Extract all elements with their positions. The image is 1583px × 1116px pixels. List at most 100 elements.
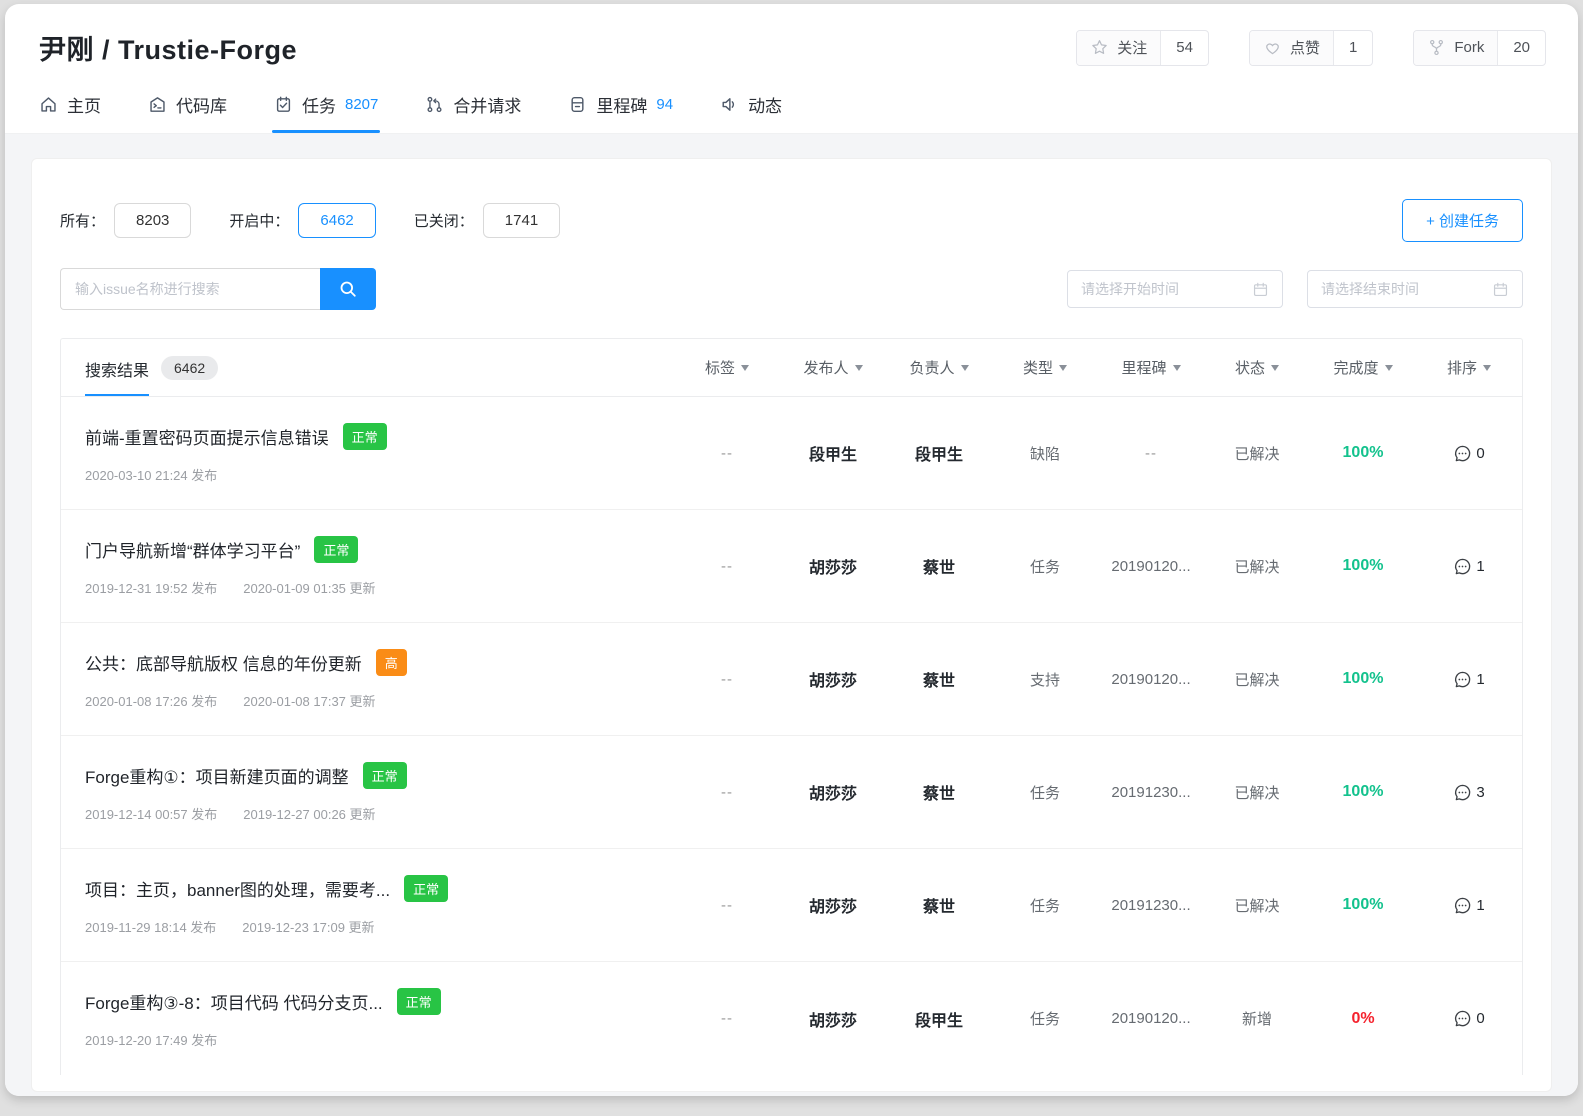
cell-progress: 100%: [1310, 557, 1416, 575]
cell-assignee: 蔡世: [886, 893, 992, 917]
column-assignee[interactable]: 负责人: [886, 357, 992, 378]
comment-count: 1: [1476, 897, 1484, 914]
search-row: 请选择开始时间 请选择结束时间: [60, 268, 1523, 310]
filter-open-label: 开启中：: [229, 210, 289, 231]
header-actions: 关注54 点赞1 Fork20: [1076, 30, 1546, 66]
issue-dates: 2020-01-08 17:26 发布2020-01-08 17:37 更新: [85, 691, 674, 710]
cell-assignee: 段甲生: [886, 441, 992, 465]
tab-home[interactable]: 主页: [39, 75, 101, 133]
task-icon: [274, 95, 293, 114]
tab-codebase[interactable]: 代码库: [148, 75, 227, 133]
cell-tag: --: [674, 1010, 780, 1027]
tab-activity[interactable]: 动态: [720, 75, 782, 133]
cell-milestone: 20190120...: [1098, 1010, 1204, 1027]
search-results-tab[interactable]: 搜索结果 6462: [85, 340, 218, 396]
search-results-count: 6462: [161, 356, 218, 380]
cell-status: 已解决: [1204, 669, 1310, 690]
tab-issues-label: 任务: [302, 92, 336, 117]
issue-row: 前端-重置密码页面提示信息错误 正常 2020-03-10 21:24 发布 -…: [61, 397, 1522, 510]
published-date: 2019-12-31 19:52 发布: [85, 578, 217, 597]
merge-icon: [425, 95, 444, 114]
cell-status: 新增: [1204, 1008, 1310, 1029]
issue-title[interactable]: 项目：主页，banner图的处理，需要考...: [85, 876, 390, 901]
published-date: 2020-03-10 21:24 发布: [85, 465, 217, 484]
cell-tag: --: [674, 445, 780, 462]
nav-tabs: 主页 代码库任务8207 合并请求 里程碑94 动态: [5, 75, 1578, 134]
issues-card: 所有： 8203 开启中： 6462 已关闭： 1741 + 创建任务: [31, 158, 1552, 1092]
published-date: 2020-01-08 17:26 发布: [85, 691, 217, 710]
cell-comments[interactable]: 1: [1416, 557, 1522, 576]
column-type[interactable]: 类型: [992, 357, 1098, 378]
search-icon: [338, 279, 358, 299]
column-milestone[interactable]: 里程碑: [1098, 357, 1204, 378]
filter-closed-count[interactable]: 1741: [483, 203, 560, 238]
fork-button[interactable]: Fork20: [1413, 30, 1546, 66]
tab-pulls-label: 合并请求: [453, 92, 521, 117]
issue-title[interactable]: 公共：底部导航版权 信息的年份更新: [85, 650, 362, 675]
cell-progress: 100%: [1310, 896, 1416, 914]
comment-icon: [1453, 896, 1472, 915]
issue-dates: 2019-12-14 00:57 发布2019-12-27 00:26 更新: [85, 804, 674, 823]
filter-all-count[interactable]: 8203: [114, 203, 191, 238]
tab-milestones[interactable]: 里程碑94: [568, 75, 673, 133]
issue-row: 门户导航新增“群体学习平台” 正常 2019-12-31 19:52 发布202…: [61, 510, 1522, 623]
caret-down-icon: [855, 365, 863, 371]
issue-dates: 2020-03-10 21:24 发布: [85, 465, 674, 484]
praise-count: 1: [1334, 31, 1372, 65]
cell-progress: 100%: [1310, 670, 1416, 688]
repo-icon: [148, 95, 167, 114]
tab-issues[interactable]: 任务8207: [274, 75, 378, 133]
issue-title[interactable]: Forge重构①：项目新建页面的调整: [85, 763, 349, 788]
search-input[interactable]: [60, 268, 320, 310]
issue-dates: 2019-12-31 19:52 发布 2020-01-09 01:35 更新: [85, 578, 674, 597]
search-button[interactable]: [320, 268, 376, 310]
cell-milestone: 20190120...: [1098, 558, 1204, 575]
comment-icon: [1453, 670, 1472, 689]
updated-date: 2019-12-27 00:26 更新: [243, 804, 375, 823]
filter-open-count[interactable]: 6462: [298, 203, 375, 238]
cell-comments[interactable]: 3: [1416, 783, 1522, 802]
cell-assignee: 段甲生: [886, 1007, 992, 1031]
issue-title[interactable]: 前端-重置密码页面提示信息错误: [85, 424, 329, 449]
comment-icon: [1453, 444, 1472, 463]
heart-icon: [1263, 38, 1282, 57]
issue-title[interactable]: Forge重构③-8：项目代码 代码分支页...: [85, 989, 383, 1014]
calendar-icon: [1252, 281, 1269, 298]
create-task-button[interactable]: + 创建任务: [1402, 199, 1523, 242]
issue-dates: 2019-12-20 17:49 发布: [85, 1030, 674, 1049]
caret-down-icon: [1483, 365, 1491, 371]
end-date-input[interactable]: 请选择结束时间: [1307, 270, 1523, 308]
issues-table: 搜索结果 6462 标签发布人负责人类型里程碑状态完成度排序 前端-重置密码页面…: [60, 338, 1523, 1075]
column-status[interactable]: 状态: [1204, 357, 1310, 378]
issue-title[interactable]: 门户导航新增“群体学习平台”: [85, 537, 300, 562]
cell-status: 已解决: [1204, 895, 1310, 916]
cell-milestone: --: [1098, 445, 1204, 462]
column-tag[interactable]: 标签: [674, 357, 780, 378]
column-sort[interactable]: 排序: [1416, 357, 1522, 378]
cell-comments[interactable]: 1: [1416, 670, 1522, 689]
updated-date: 2020-01-09 01:35 更新: [243, 578, 375, 597]
cell-publisher: 胡莎莎: [780, 780, 886, 804]
cell-comments[interactable]: 0: [1416, 1009, 1522, 1028]
date-filters: 请选择开始时间 请选择结束时间: [1067, 270, 1523, 308]
filter-closed-label: 已关闭：: [414, 210, 474, 231]
app-window: 尹刚 / Trustie-Forge 关注54点赞1Fork20 主页代码库任务…: [5, 4, 1578, 1096]
column-publisher[interactable]: 发布人: [780, 357, 886, 378]
cell-type: 缺陷: [992, 443, 1098, 464]
cell-comments[interactable]: 1: [1416, 896, 1522, 915]
column-progress[interactable]: 完成度: [1310, 357, 1416, 378]
home-icon: [39, 95, 58, 114]
comment-icon: [1453, 557, 1472, 576]
cell-comments[interactable]: 0: [1416, 444, 1522, 463]
issue-row: Forge重构③-8：项目代码 代码分支页... 正常 2019-12-20 1…: [61, 962, 1522, 1075]
start-date-input[interactable]: 请选择开始时间: [1067, 270, 1283, 308]
cell-milestone: 20191230...: [1098, 897, 1204, 914]
comment-count: 1: [1476, 558, 1484, 575]
tab-pulls[interactable]: 合并请求: [425, 75, 521, 133]
tab-home-label: 主页: [67, 92, 101, 117]
updated-date: 2019-12-23 17:09 更新: [242, 917, 374, 936]
praise-button[interactable]: 点赞1: [1249, 30, 1373, 66]
cell-tag: --: [674, 671, 780, 688]
watch-button[interactable]: 关注54: [1076, 30, 1209, 66]
table-header: 搜索结果 6462 标签发布人负责人类型里程碑状态完成度排序: [61, 339, 1522, 397]
